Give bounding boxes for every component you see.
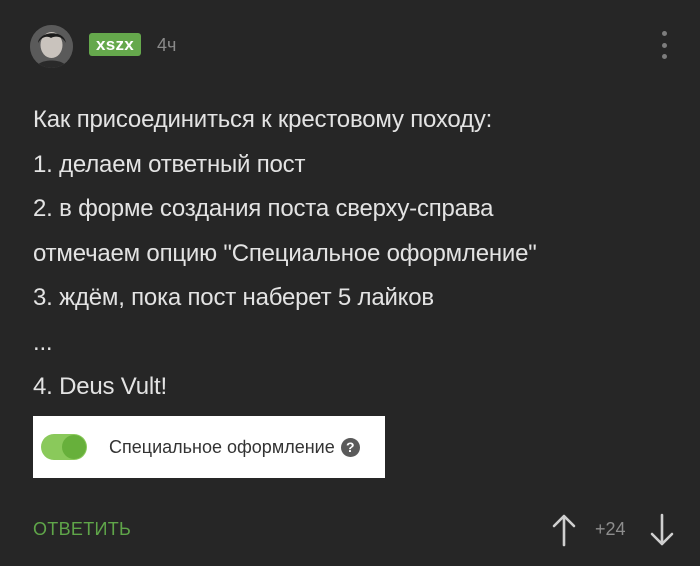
author-username[interactable]: xszx <box>89 33 142 56</box>
rating-count: +24 <box>595 519 626 539</box>
embedded-image: Специальное оформление ? <box>33 416 385 478</box>
toggle-knob <box>62 435 86 459</box>
comment-line: ... <box>33 328 53 356</box>
comment-body: Как присоединиться к крестовому походу: … <box>33 98 673 410</box>
dot <box>661 42 667 48</box>
comment-line: отмечаем опцию "Специальное оформление" <box>33 239 537 267</box>
avatar[interactable] <box>30 25 73 68</box>
special-design-toggle <box>41 434 87 460</box>
comment-line: 1. делаем ответный пост <box>33 150 306 178</box>
toggle-label: Специальное оформление <box>109 436 335 457</box>
dot <box>661 54 667 59</box>
post-time: 4ч <box>157 35 177 55</box>
more-vertical-icon[interactable] <box>658 31 670 59</box>
comment-line: Как присоединиться к крестовому походу: <box>33 106 493 133</box>
arrow-down-icon[interactable] <box>649 513 675 547</box>
reply-button[interactable]: ОТВЕТИТЬ <box>33 517 131 541</box>
comment-line: 4. Deus Vult! <box>33 373 167 400</box>
arrow-up-icon[interactable] <box>551 513 577 547</box>
comment-line: 3. ждём, пока пост наберет 5 лайков <box>33 284 434 311</box>
avatar-image <box>30 25 73 68</box>
dot <box>661 31 667 36</box>
comment-line: 2. в форме создания поста сверху-справа <box>33 195 494 222</box>
question-circle-icon: ? <box>340 437 360 457</box>
